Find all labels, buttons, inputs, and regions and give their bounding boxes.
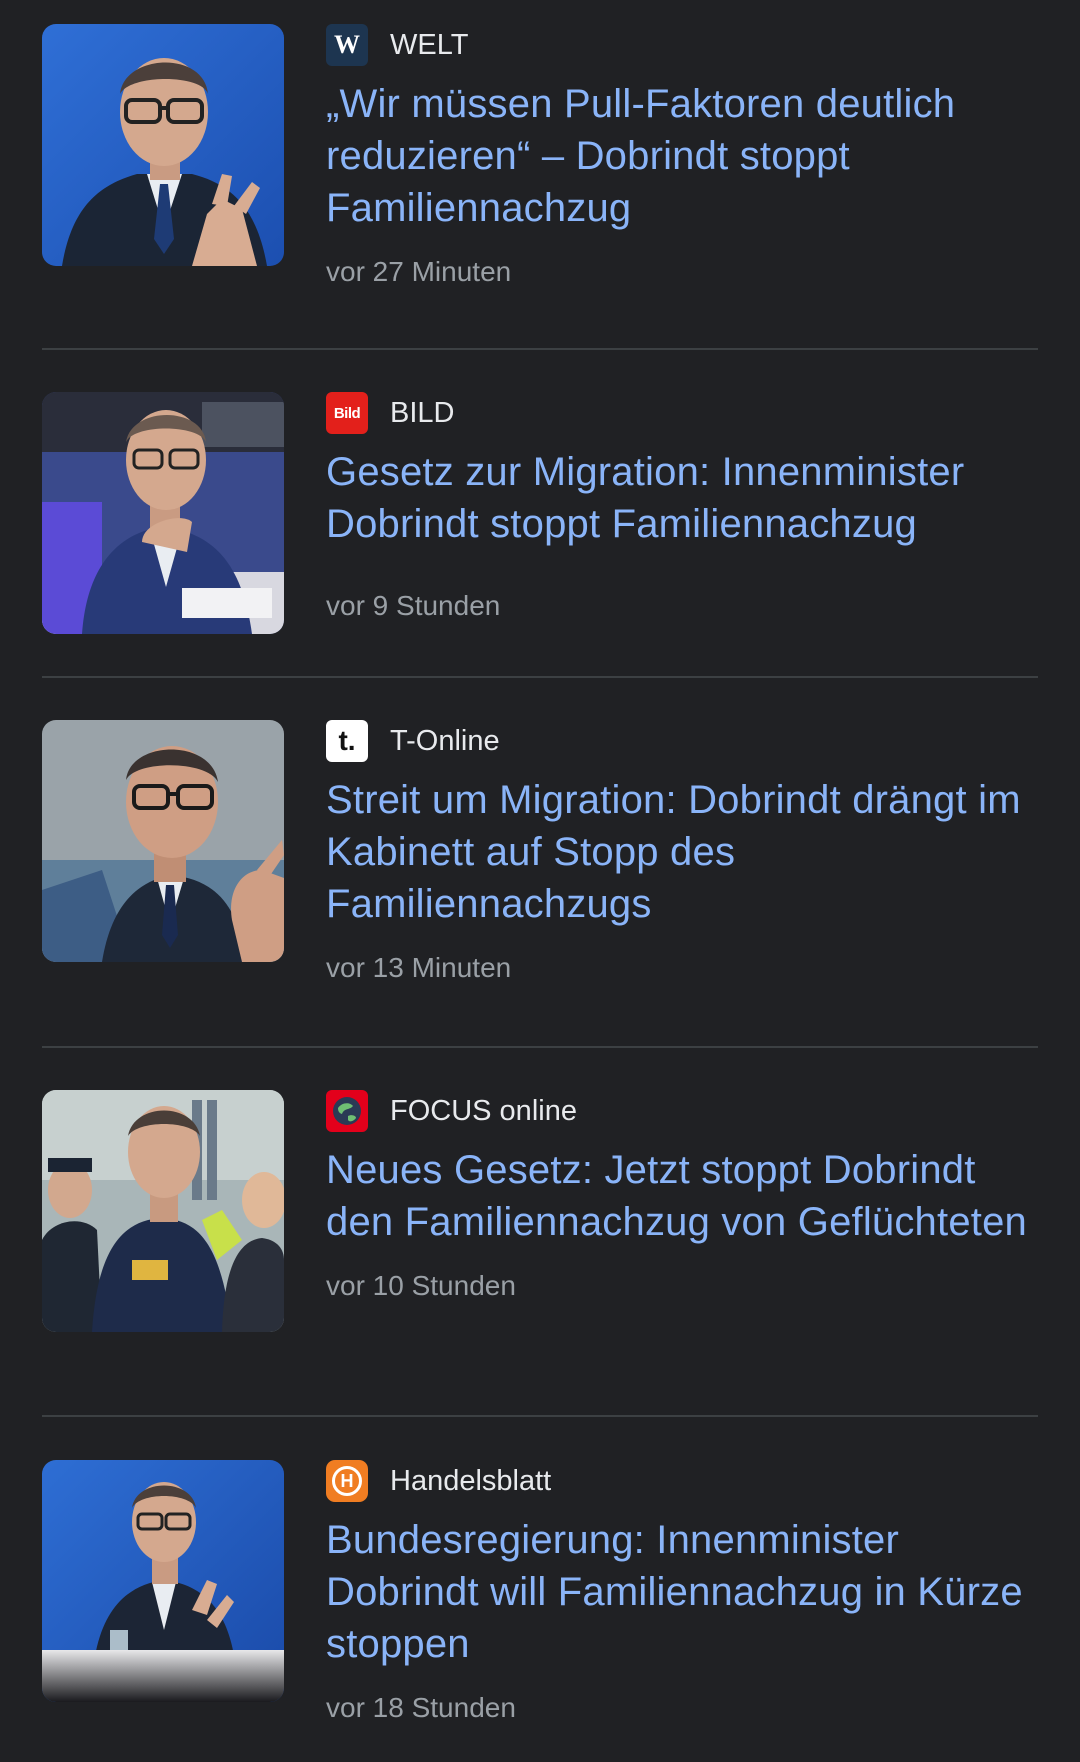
article-thumbnail[interactable] xyxy=(42,1090,284,1332)
article-timestamp: vor 9 Stunden xyxy=(326,590,501,621)
article-thumbnail[interactable] xyxy=(42,720,284,962)
article-headline[interactable]: „Wir müssen Pull-Faktoren deutlich reduz… xyxy=(326,78,1038,234)
article-timestamp: vor 27 Minuten xyxy=(326,256,512,287)
article-headline[interactable]: Gesetz zur Migration: Innenminister Dobr… xyxy=(326,446,1038,550)
focus-logo-icon xyxy=(326,1090,368,1132)
source-name: BILD xyxy=(390,396,455,429)
news-feed: W WELT „Wir müssen Pull-Faktoren deutlic… xyxy=(0,0,1080,1762)
portrait-photo-icon xyxy=(42,24,284,266)
handelsblatt-logo-icon: H xyxy=(326,1460,368,1502)
article-headline[interactable]: Bundesregierung: Innenminister Dobrindt … xyxy=(326,1514,1038,1670)
source-name: FOCUS online xyxy=(390,1094,577,1127)
group-photo-icon xyxy=(42,1090,284,1332)
article-headline[interactable]: Streit um Migration: Dobrindt drängt im … xyxy=(326,774,1038,930)
welt-logo-icon: W xyxy=(326,24,368,66)
divider xyxy=(42,1415,1038,1417)
source-name: Handelsblatt xyxy=(390,1464,552,1497)
article-timestamp: vor 10 Stunden xyxy=(326,1270,516,1301)
article-timestamp: vor 18 Stunden xyxy=(326,1692,516,1723)
t-online-logo-icon: t. xyxy=(326,720,368,762)
source-name: T-Online xyxy=(390,724,500,757)
article-thumbnail[interactable] xyxy=(42,24,284,266)
divider xyxy=(42,1046,1038,1048)
source-name: WELT xyxy=(390,28,469,61)
portrait-photo-icon xyxy=(42,720,284,962)
article-thumbnail[interactable] xyxy=(42,392,284,634)
portrait-photo-icon xyxy=(42,392,284,634)
article-thumbnail[interactable] xyxy=(42,1460,284,1702)
portrait-photo-icon xyxy=(42,1460,284,1702)
article-headline[interactable]: Neues Gesetz: Jetzt stoppt Dobrindt den … xyxy=(326,1144,1038,1248)
divider xyxy=(42,348,1038,350)
divider xyxy=(42,676,1038,678)
bild-logo-icon: Bild xyxy=(326,392,368,434)
article-timestamp: vor 13 Minuten xyxy=(326,952,512,983)
